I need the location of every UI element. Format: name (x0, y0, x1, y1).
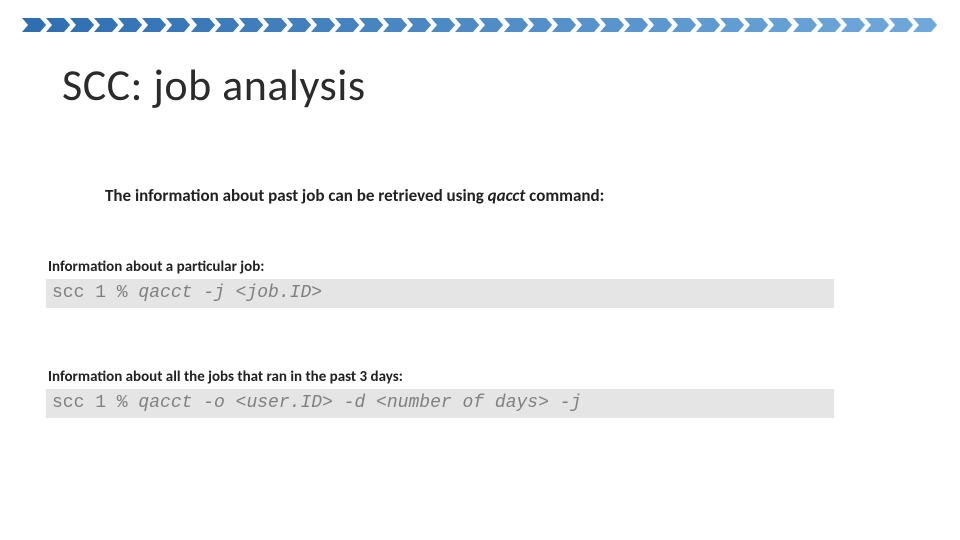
example-block-1: Information about a particular job: scc … (46, 258, 914, 308)
chevron-icon (600, 18, 624, 32)
chevron-icon (118, 18, 142, 32)
chevron-icon (215, 18, 239, 32)
chevron-icon (552, 18, 576, 32)
chevron-icon (70, 18, 94, 32)
code-cmd: qacct -o (138, 393, 235, 413)
intro-pre: The information about past job can be re… (105, 185, 488, 206)
code-arg: <job.ID> (236, 283, 322, 303)
decorative-chevron-bar (22, 18, 937, 32)
chevron-icon (648, 18, 672, 32)
example-1-code: scc 1 % qacct -j <job.ID> (46, 279, 834, 308)
chevron-icon (768, 18, 792, 32)
code-arg1: <user.ID> (236, 393, 333, 413)
chevron-icon (239, 18, 263, 32)
chevron-icon (889, 18, 913, 32)
example-2-code: scc 1 % qacct -o <user.ID> -d <number of… (46, 389, 834, 418)
intro-cmd: qacct (488, 185, 526, 206)
chevron-icon (504, 18, 528, 32)
code-prompt: scc 1 % (52, 393, 138, 413)
chevron-icon (166, 18, 190, 32)
chevron-icon (407, 18, 431, 32)
chevron-icon (22, 18, 46, 32)
chevron-icon (263, 18, 287, 32)
chevron-icon (46, 18, 70, 32)
chevron-icon (335, 18, 359, 32)
chevron-icon (359, 18, 383, 32)
example-2-line: scc 1 % qacct -o <user.ID> -d <number of… (52, 393, 828, 413)
chevron-icon (793, 18, 817, 32)
code-cmd: qacct -j (138, 283, 235, 303)
chevron-icon (913, 18, 937, 32)
chevron-icon (383, 18, 407, 32)
chevron-icon (624, 18, 648, 32)
chevron-icon (865, 18, 889, 32)
chevron-icon (528, 18, 552, 32)
chevron-icon (841, 18, 865, 32)
intro-text: The information about past job can be re… (105, 185, 604, 206)
chevron-icon (744, 18, 768, 32)
chevron-icon (672, 18, 696, 32)
code-tail: -j (549, 393, 581, 413)
intro-post: command: (525, 185, 604, 206)
code-arg2: <number of days> (376, 393, 549, 413)
chevron-icon (479, 18, 503, 32)
chevron-icon (817, 18, 841, 32)
chevron-icon (311, 18, 335, 32)
chevron-icon (287, 18, 311, 32)
example-block-2: Information about all the jobs that ran … (46, 368, 914, 418)
chevron-icon (455, 18, 479, 32)
page-title: SCC: job analysis (62, 58, 366, 112)
code-mid: -d (333, 393, 376, 413)
chevron-icon (576, 18, 600, 32)
chevron-icon (696, 18, 720, 32)
chevron-icon (191, 18, 215, 32)
example-1-line: scc 1 % qacct -j <job.ID> (52, 283, 828, 303)
chevron-icon (142, 18, 166, 32)
example-1-caption: Information about a particular job: (48, 258, 914, 276)
example-2-caption: Information about all the jobs that ran … (48, 368, 914, 386)
chevron-icon (94, 18, 118, 32)
chevron-icon (431, 18, 455, 32)
chevron-icon (720, 18, 744, 32)
code-prompt: scc 1 % (52, 283, 138, 303)
